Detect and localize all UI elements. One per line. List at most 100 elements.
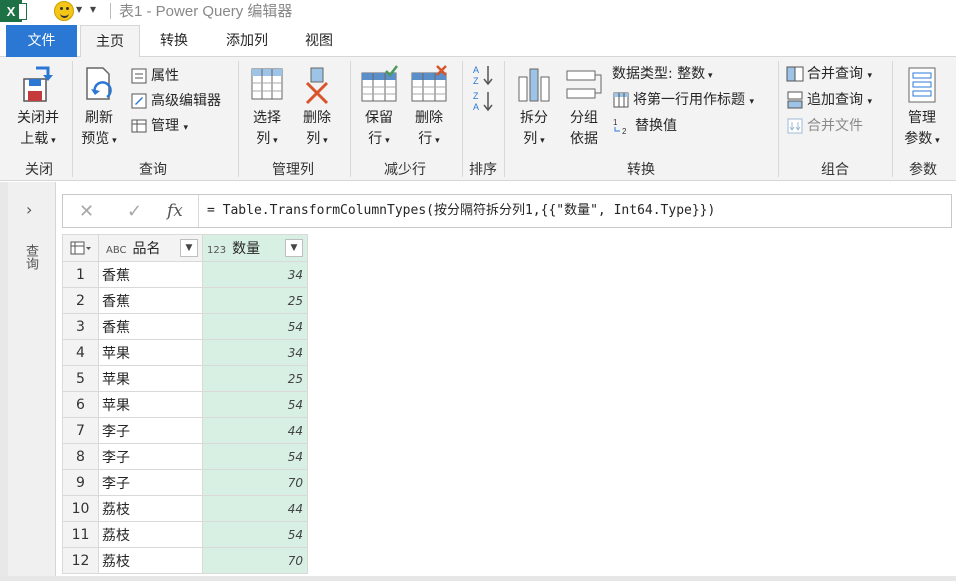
row-number[interactable]: 12 bbox=[62, 547, 99, 574]
combine-files-button[interactable]: 合并文件 bbox=[786, 115, 863, 137]
row-number[interactable]: 6 bbox=[62, 391, 99, 418]
row-number[interactable]: 5 bbox=[62, 365, 99, 392]
replace-values-button[interactable]: 1 2 替换值 bbox=[612, 115, 677, 137]
cell-name[interactable]: 苹果 bbox=[98, 365, 203, 392]
row-number[interactable]: 11 bbox=[62, 521, 99, 548]
refresh-preview-button[interactable]: 刷新 预览 bbox=[76, 65, 122, 152]
remove-columns-button[interactable]: 删除 列 bbox=[294, 65, 340, 152]
manage-parameters-button[interactable]: 管理 参数 bbox=[898, 65, 946, 152]
cell-quantity[interactable]: 44 bbox=[202, 495, 308, 522]
cell-quantity[interactable]: 70 bbox=[202, 469, 308, 496]
refresh-label-1: 刷新 bbox=[85, 110, 113, 126]
append-queries-button[interactable]: 追加查询 bbox=[786, 89, 872, 111]
cell-quantity[interactable]: 54 bbox=[202, 443, 308, 470]
expand-queries-pane-icon[interactable]: › bbox=[26, 200, 32, 219]
table-row[interactable]: 10 荔枝 44 bbox=[62, 495, 308, 522]
table-row[interactable]: 9 李子 70 bbox=[62, 469, 308, 496]
cell-name[interactable]: 荔枝 bbox=[98, 521, 203, 548]
cell-quantity[interactable]: 25 bbox=[202, 287, 308, 314]
cell-name[interactable]: 李子 bbox=[98, 417, 203, 444]
sort-ascending-button[interactable]: AZ bbox=[472, 63, 494, 86]
row-number[interactable]: 1 bbox=[62, 261, 99, 288]
commit-formula-icon[interactable]: ✓ bbox=[127, 201, 142, 222]
cell-name[interactable]: 香蕉 bbox=[98, 287, 203, 314]
text-type-icon[interactable]: ABC bbox=[106, 245, 127, 256]
row-number[interactable]: 3 bbox=[62, 313, 99, 340]
append-queries-label: 追加查询 bbox=[807, 92, 863, 108]
row-number[interactable]: 7 bbox=[62, 417, 99, 444]
row-number[interactable]: 10 bbox=[62, 495, 99, 522]
svg-text:2: 2 bbox=[622, 127, 627, 135]
filter-dropdown-icon[interactable]: ▼ bbox=[180, 239, 198, 257]
close-and-load-label-1: 关闭并 bbox=[17, 110, 59, 126]
cell-name[interactable]: 李子 bbox=[98, 469, 203, 496]
filter-dropdown-icon[interactable]: ▼ bbox=[285, 239, 303, 257]
cell-name[interactable]: 荔枝 bbox=[98, 547, 203, 574]
table-row[interactable]: 1 香蕉 34 bbox=[62, 261, 308, 288]
keep-rows-button[interactable]: 保留 行 bbox=[356, 65, 402, 152]
tab-file[interactable]: 文件 bbox=[6, 25, 77, 57]
group-label-close: 关闭 bbox=[25, 162, 53, 178]
cell-quantity[interactable]: 44 bbox=[202, 417, 308, 444]
choose-columns-label-2: 列 bbox=[244, 129, 290, 152]
window-title: 表1 - Power Query 编辑器 bbox=[119, 3, 293, 20]
feedback-smiley-icon[interactable] bbox=[54, 1, 74, 21]
fx-icon[interactable]: fx bbox=[167, 201, 183, 221]
feedback-caret-icon[interactable]: ▼ bbox=[76, 5, 82, 14]
manage-button[interactable]: 管理 bbox=[130, 115, 188, 137]
split-column-label-2: 列 bbox=[512, 129, 556, 152]
quick-access-menu-icon[interactable]: ▾ bbox=[90, 2, 96, 16]
tab-add-column[interactable]: 添加列 bbox=[214, 25, 280, 57]
table-row[interactable]: 2 香蕉 25 bbox=[62, 287, 308, 314]
table-row[interactable]: 11 荔枝 54 bbox=[62, 521, 308, 548]
column-header-quantity[interactable]: 123 数量 ▼ bbox=[202, 234, 308, 262]
queries-pane-label[interactable]: 查询 bbox=[22, 244, 40, 270]
cell-quantity[interactable]: 34 bbox=[202, 261, 308, 288]
formula-input[interactable]: = Table.TransformColumnTypes(按分隔符拆分列1,{{… bbox=[207, 195, 715, 227]
cell-name[interactable]: 苹果 bbox=[98, 339, 203, 366]
row-number[interactable]: 2 bbox=[62, 287, 99, 314]
integer-type-icon[interactable]: 123 bbox=[207, 245, 226, 256]
cell-name[interactable]: 香蕉 bbox=[98, 261, 203, 288]
cell-quantity[interactable]: 54 bbox=[202, 391, 308, 418]
split-column-button[interactable]: 拆分 列 bbox=[512, 65, 556, 152]
table-row[interactable]: 3 香蕉 54 bbox=[62, 313, 308, 340]
cell-name[interactable]: 李子 bbox=[98, 443, 203, 470]
table-row[interactable]: 7 李子 44 bbox=[62, 417, 308, 444]
close-and-load-button[interactable]: 关闭并 上载 bbox=[12, 65, 64, 152]
properties-icon bbox=[131, 68, 147, 84]
row-number[interactable]: 4 bbox=[62, 339, 99, 366]
table-row[interactable]: 5 苹果 25 bbox=[62, 365, 308, 392]
group-separator bbox=[504, 61, 505, 177]
cell-quantity[interactable]: 54 bbox=[202, 313, 308, 340]
data-type-dropdown[interactable]: 数据类型: 整数 bbox=[612, 63, 713, 85]
cell-quantity[interactable]: 25 bbox=[202, 365, 308, 392]
row-number[interactable]: 8 bbox=[62, 443, 99, 470]
choose-columns-button[interactable]: 选择 列 bbox=[244, 65, 290, 152]
row-number[interactable]: 9 bbox=[62, 469, 99, 496]
table-row[interactable]: 4 苹果 34 bbox=[62, 339, 308, 366]
use-first-row-as-headers-button[interactable]: 将第一行用作标题 bbox=[612, 89, 754, 111]
cancel-formula-icon[interactable]: ✕ bbox=[79, 201, 94, 222]
remove-rows-button[interactable]: 删除 行 bbox=[406, 65, 452, 152]
close-and-load-icon bbox=[23, 66, 53, 102]
properties-button[interactable]: 属性 bbox=[130, 65, 179, 87]
cell-name[interactable]: 荔枝 bbox=[98, 495, 203, 522]
sort-descending-button[interactable]: ZA bbox=[472, 89, 494, 112]
cell-name[interactable]: 香蕉 bbox=[98, 313, 203, 340]
tab-home[interactable]: 主页 bbox=[80, 25, 140, 58]
table-menu-button[interactable] bbox=[62, 234, 99, 262]
table-row[interactable]: 8 李子 54 bbox=[62, 443, 308, 470]
cell-name[interactable]: 苹果 bbox=[98, 391, 203, 418]
table-row[interactable]: 6 苹果 54 bbox=[62, 391, 308, 418]
tab-transform[interactable]: 转换 bbox=[146, 25, 202, 57]
column-header-name[interactable]: ABC 品名 ▼ bbox=[98, 234, 203, 262]
cell-quantity[interactable]: 70 bbox=[202, 547, 308, 574]
group-by-button[interactable]: 分组 依据 bbox=[562, 65, 606, 150]
cell-quantity[interactable]: 34 bbox=[202, 339, 308, 366]
tab-view[interactable]: 视图 bbox=[290, 25, 348, 57]
cell-quantity[interactable]: 54 bbox=[202, 521, 308, 548]
advanced-editor-button[interactable]: 高级编辑器 bbox=[130, 90, 221, 112]
merge-queries-button[interactable]: 合并查询 bbox=[786, 63, 872, 85]
table-row[interactable]: 12 荔枝 70 bbox=[62, 547, 308, 574]
